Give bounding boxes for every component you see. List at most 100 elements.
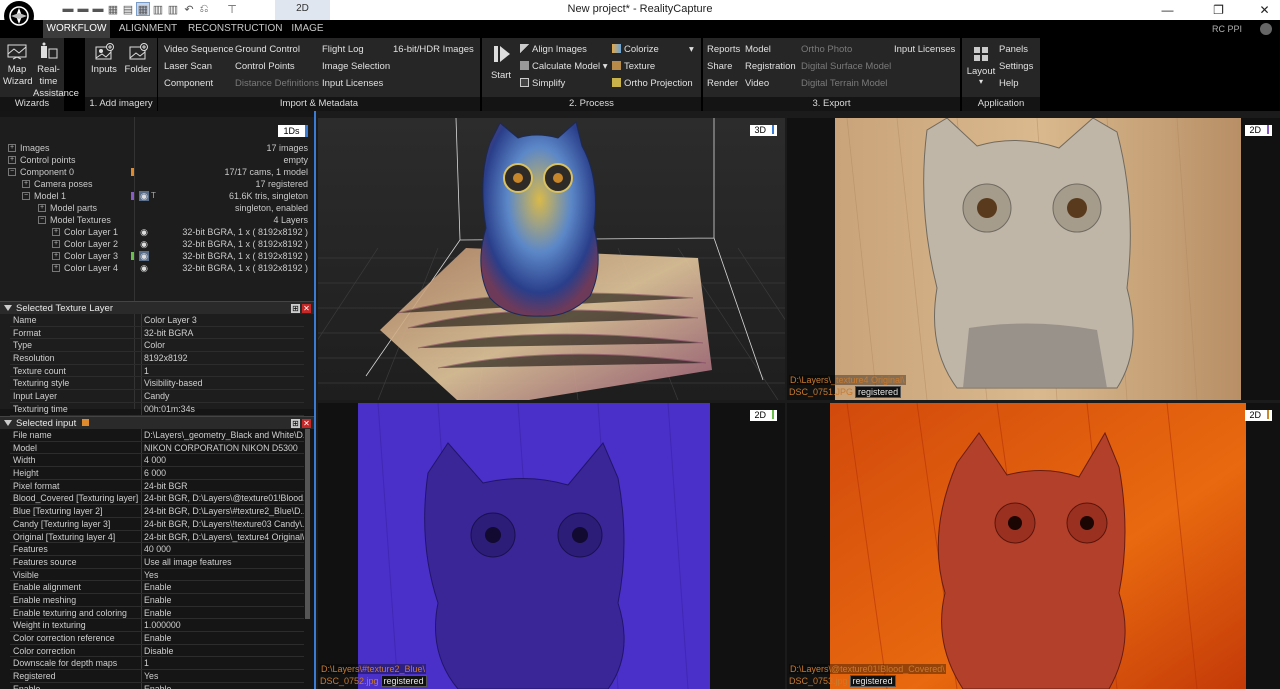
viewport-3d-badge[interactable]: 3D — [750, 125, 777, 136]
property-row[interactable]: Candy [Texturing layer 3] 24-bit BGR, D:\… — [10, 517, 304, 531]
tree-row-color-layer-3[interactable]: + Color Layer 3 ◉ 32-bit BGRA, 1 x ( 819… — [0, 250, 314, 262]
eye-icon[interactable]: ◉ — [139, 263, 149, 273]
viewport-blue-badge[interactable]: 2D — [750, 410, 777, 421]
tree-row-component[interactable]: − Component 0 17/17 cams, 1 model — [0, 166, 314, 178]
quick-access-dropdown-icon[interactable]: ⊤ — [226, 3, 238, 16]
realtime-assistance-button[interactable]: Real-time Assistance — [33, 42, 79, 100]
control-points-button[interactable]: Control Points — [235, 61, 295, 73]
tree-row-color-layer-1[interactable]: + Color Layer 1 ◉ 32-bit BGRA, 1 x ( 819… — [0, 226, 314, 238]
collapse-icon[interactable]: − — [38, 216, 46, 224]
property-row[interactable]: Color correction Disable — [10, 644, 304, 658]
property-value[interactable]: 24-bit BGR, D:\Layers\!texture03 Candy\.… — [144, 518, 304, 531]
property-value[interactable]: 24-bit BGR — [144, 480, 304, 493]
property-value[interactable]: 6 000 — [144, 467, 304, 480]
inputs-button[interactable]: Inputs — [87, 42, 121, 76]
property-row[interactable]: Texturing time 00h:01m:34s — [10, 402, 304, 416]
property-row[interactable]: Format 32-bit BGRA — [10, 326, 304, 340]
property-value[interactable]: 24-bit BGR, D:\Layers\#texture2_Blue\D..… — [144, 505, 304, 518]
expand-icon[interactable]: + — [52, 252, 60, 260]
layout-icon[interactable]: ▦ — [136, 2, 150, 16]
property-value[interactable]: 24-bit BGR, D:\Layers\_texture4 Original… — [144, 531, 304, 544]
maximize-icon[interactable]: ❐ — [1196, 0, 1241, 20]
model-export-button[interactable]: Model — [745, 44, 771, 56]
eye-icon[interactable]: ◉ — [139, 239, 149, 249]
rc-ppi-label[interactable]: RC PPI — [1212, 20, 1242, 38]
tree-row-model[interactable]: − Model 1 ◉ T 61.6K tris, singleton — [0, 190, 314, 202]
input-licenses-import-button[interactable]: Input Licenses — [322, 78, 383, 90]
property-value[interactable]: D:\Layers\_geometry_Black and White\D... — [144, 429, 304, 442]
pin-icon[interactable]: ⊞ — [291, 304, 300, 313]
property-row[interactable]: Color correction reference Enable — [10, 632, 304, 645]
tree-row-images[interactable]: + Images 17 images — [0, 142, 314, 154]
process-dropdown-icon[interactable]: ▾ — [689, 44, 694, 56]
property-value[interactable]: 40 000 — [144, 543, 304, 556]
collapse-icon[interactable]: − — [22, 192, 30, 200]
tree-row-model-parts[interactable]: + Model parts singleton, enabled — [0, 202, 314, 214]
property-row[interactable]: Weight in texturing 1.000000 — [10, 619, 304, 632]
eye-icon[interactable]: ◉ — [139, 227, 149, 237]
help-button[interactable]: Help — [999, 78, 1019, 90]
property-value[interactable]: Use all image features — [144, 556, 304, 569]
redo-icon[interactable]: ⎌ — [198, 3, 210, 15]
tab-image[interactable]: IMAGE — [285, 20, 330, 38]
property-value[interactable]: 1 — [144, 657, 304, 670]
property-row[interactable]: Original [Texturing layer 4] 24-bit BGR, … — [10, 530, 304, 544]
undo-icon[interactable]: ↶ — [183, 3, 195, 16]
tree-row-control-points[interactable]: + Control points empty — [0, 154, 314, 166]
collapse-triangle-icon[interactable] — [4, 305, 12, 311]
property-row[interactable]: Enable texturing and coloring Enable — [10, 606, 304, 620]
map-wizard-button[interactable]: Map Wizard — [3, 42, 33, 88]
property-value[interactable]: 1.000000 — [144, 619, 304, 632]
hdr-images-button[interactable]: 16-bit/HDR Images — [393, 44, 474, 56]
eye-icon[interactable]: ◉ — [139, 191, 149, 201]
property-row[interactable]: Downscale for depth maps 1 — [10, 657, 304, 671]
expand-icon[interactable]: + — [52, 228, 60, 236]
expand-icon[interactable]: + — [8, 156, 16, 164]
expand-icon[interactable]: + — [8, 144, 16, 152]
grid-5-icon[interactable]: ▤ — [122, 3, 134, 16]
property-value[interactable]: Disable — [144, 645, 304, 658]
tree-row-model-textures[interactable]: − Model Textures 4 Layers — [0, 214, 314, 226]
expand-icon[interactable]: + — [52, 240, 60, 248]
app-logo-icon[interactable] — [4, 1, 34, 31]
property-value[interactable]: Color Layer 3 — [144, 314, 304, 327]
tree-view-badge[interactable]: 1Ds — [278, 125, 308, 137]
layout-button[interactable]: Layout ▾ — [964, 44, 998, 86]
laser-scan-button[interactable]: Laser Scan — [164, 61, 212, 73]
viewport-2d-blue[interactable]: 2D D:\Layers\#texture2_Blue\ DSC_0752.jp… — [318, 403, 785, 689]
property-row[interactable]: Visible Yes — [10, 568, 304, 582]
property-value[interactable]: 32-bit BGRA — [144, 327, 304, 340]
property-row[interactable]: Texturing style Visibility-based — [10, 377, 304, 391]
input-panel-scrollbar[interactable] — [305, 429, 310, 619]
property-row[interactable]: Model NIKON CORPORATION NIKON D5300 — [10, 441, 304, 455]
grid-3-icon[interactable]: ▬ — [92, 3, 104, 15]
folder-button[interactable]: Folder — [121, 42, 155, 76]
property-value[interactable]: Visibility-based — [144, 377, 304, 390]
property-value[interactable]: 8192x8192 — [144, 352, 304, 365]
tree-row-camera-poses[interactable]: + Camera poses 17 registered — [0, 178, 314, 190]
texture-button[interactable]: Texture — [612, 61, 655, 73]
video-sequence-button[interactable]: Video Sequence — [164, 44, 234, 56]
property-value[interactable]: NIKON CORPORATION NIKON D5300 — [144, 442, 304, 455]
registration-button[interactable]: Registration — [745, 61, 796, 73]
property-value[interactable]: 24-bit BGR, D:\Layers\@texture01!Blood..… — [144, 492, 304, 505]
eye-icon[interactable]: ◉ — [139, 251, 149, 261]
grid-8-icon[interactable]: ▥ — [167, 3, 179, 16]
texture-layer-panel-header[interactable]: Selected Texture Layer ⊞ ✕ — [0, 301, 314, 314]
reports-button[interactable]: Reports — [707, 44, 740, 56]
ground-control-button[interactable]: Ground Control — [235, 44, 300, 56]
property-value[interactable]: Yes — [144, 670, 304, 683]
expand-icon[interactable]: + — [38, 204, 46, 212]
tree-row-color-layer-2[interactable]: + Color Layer 2 ◉ 32-bit BGRA, 1 x ( 819… — [0, 238, 314, 250]
colorize-button[interactable]: Colorize — [612, 44, 659, 56]
property-row[interactable]: Blood_Covered [Texturing layer] 24-bit BG… — [10, 492, 304, 506]
close-panel-icon[interactable]: ✕ — [302, 304, 311, 313]
property-value[interactable]: 4 000 — [144, 454, 304, 467]
ortho-projection-button[interactable]: Ortho Projection — [612, 78, 693, 90]
tree-row-color-layer-4[interactable]: + Color Layer 4 ◉ 32-bit BGRA, 1 x ( 819… — [0, 262, 314, 274]
tab-alignment[interactable]: ALIGNMENT — [113, 20, 183, 38]
property-row[interactable]: Input Layer Candy — [10, 390, 304, 403]
property-row[interactable]: Features source Use all image features — [10, 555, 304, 569]
viewport-2d-original[interactable]: 2D D:\Layers\_texture4 Original\ DSC_075… — [787, 118, 1280, 400]
property-row[interactable]: Type Color — [10, 339, 304, 353]
